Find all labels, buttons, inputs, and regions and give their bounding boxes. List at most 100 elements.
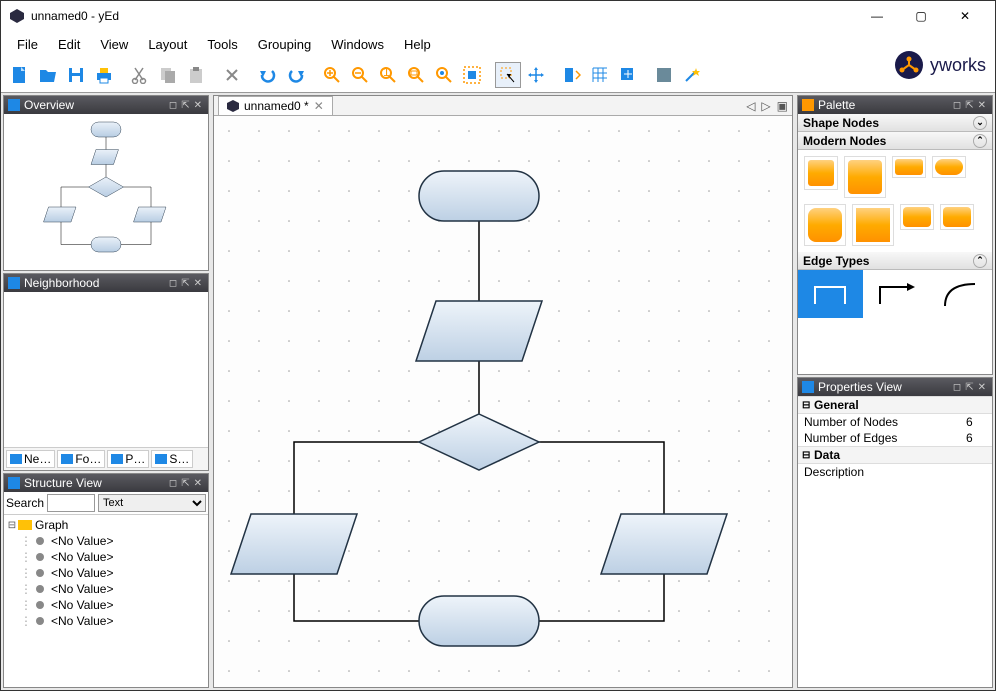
menu-windows[interactable]: Windows (323, 33, 392, 56)
panel-pin-icon[interactable]: ⇱ (179, 100, 191, 111)
panel-close-icon[interactable]: ✕ (192, 278, 204, 289)
palette-node-rect2[interactable] (940, 204, 974, 230)
edge-step[interactable] (863, 270, 928, 318)
copy-button[interactable] (155, 62, 181, 88)
palette-node-square-large[interactable] (844, 156, 886, 198)
panel-undock-icon[interactable]: ◻ (167, 278, 179, 289)
magic-wand-button[interactable] (679, 62, 705, 88)
node-icon (34, 599, 48, 611)
undo-button[interactable] (255, 62, 281, 88)
maximize-button[interactable]: ▢ (899, 2, 943, 30)
menu-edit[interactable]: Edit (50, 33, 88, 56)
edge-curve[interactable] (927, 270, 992, 318)
neighborhood-tab[interactable]: Ne… (6, 450, 55, 468)
collapse-icon[interactable]: ⌃ (973, 134, 987, 148)
followers-tab[interactable]: Fo… (57, 450, 105, 468)
graph-canvas[interactable] (214, 116, 792, 687)
collapse-icon[interactable]: ⌃ (973, 254, 987, 268)
palette-node-pill[interactable] (932, 156, 966, 178)
brand-text: yworks (930, 55, 986, 76)
navigation-mode-button[interactable] (523, 62, 549, 88)
successors-tab[interactable]: S… (151, 450, 193, 468)
neighborhood-panel: Neighborhood◻⇱✕ Ne… Fo… P… S… (3, 273, 209, 471)
document-tab[interactable]: unnamed0 * ✕ (218, 96, 333, 115)
panel-undock-icon[interactable]: ◻ (951, 100, 963, 111)
panel-close-icon[interactable]: ✕ (976, 382, 988, 393)
menu-grouping[interactable]: Grouping (250, 33, 319, 56)
tree-node[interactable]: ⋮<No Value> (6, 533, 206, 549)
edge-types-header[interactable]: Edge Types⌃ (798, 252, 992, 270)
zoom-fit-button[interactable] (403, 62, 429, 88)
redo-button[interactable] (283, 62, 309, 88)
document-tabbar: unnamed0 * ✕ ◁ ▷ ▣ (214, 96, 792, 116)
open-button[interactable] (35, 62, 61, 88)
shape-nodes-header[interactable]: Shape Nodes⌄ (798, 114, 992, 132)
snap-button[interactable] (559, 62, 585, 88)
panel-close-icon[interactable]: ✕ (976, 100, 988, 111)
tree-node[interactable]: ⋮<No Value> (6, 597, 206, 613)
menu-file[interactable]: File (9, 33, 46, 56)
zoom-out-button[interactable] (347, 62, 373, 88)
tree-node[interactable]: ⋮<No Value> (6, 549, 206, 565)
data-category[interactable]: ⊟Data (798, 446, 992, 464)
menu-view[interactable]: View (92, 33, 136, 56)
delete-button[interactable] (219, 62, 245, 88)
zoom-selection-button[interactable] (431, 62, 457, 88)
overview-canvas[interactable] (4, 114, 208, 270)
minimize-button[interactable]: — (855, 2, 899, 30)
grid-button[interactable] (587, 62, 613, 88)
tree-node[interactable]: ⋮<No Value> (6, 613, 206, 629)
menu-tools[interactable]: Tools (199, 33, 245, 56)
panel-undock-icon[interactable]: ◻ (167, 478, 179, 489)
modern-nodes-header[interactable]: Modern Nodes⌃ (798, 132, 992, 150)
tree-node[interactable]: ⋮<No Value> (6, 565, 206, 581)
zoom-reset-button[interactable]: 1 (375, 62, 401, 88)
search-type-select[interactable]: Text (98, 494, 206, 512)
tree-root[interactable]: ⊟Graph (6, 517, 206, 533)
search-input[interactable] (47, 494, 95, 512)
structure-tree[interactable]: ⊟Graph ⋮<No Value>⋮<No Value>⋮<No Value>… (4, 515, 208, 687)
panel-pin-icon[interactable]: ⇱ (963, 382, 975, 393)
panel-close-icon[interactable]: ✕ (192, 100, 204, 111)
predecessors-tab[interactable]: P… (107, 450, 149, 468)
property-row[interactable]: Description (798, 464, 992, 480)
panel-close-icon[interactable]: ✕ (192, 478, 204, 489)
tab-prev-icon[interactable]: ◁ (746, 99, 755, 113)
palette-node-rect[interactable] (900, 204, 934, 230)
edge-orthogonal[interactable] (798, 270, 863, 318)
tree-node[interactable]: ⋮<No Value> (6, 581, 206, 597)
run-layout-button[interactable] (651, 62, 677, 88)
general-category[interactable]: ⊟General (798, 396, 992, 414)
new-button[interactable] (7, 62, 33, 88)
save-button[interactable] (63, 62, 89, 88)
palette-icon (802, 99, 814, 111)
palette-node-sharp[interactable] (852, 204, 894, 246)
end-node (419, 596, 539, 646)
panel-undock-icon[interactable]: ◻ (951, 382, 963, 393)
cut-button[interactable] (127, 62, 153, 88)
close-button[interactable]: ✕ (943, 2, 987, 30)
palette-node-rect-small[interactable] (892, 156, 926, 178)
paste-button[interactable] (183, 62, 209, 88)
left-node (231, 514, 357, 574)
palette-node-square[interactable] (804, 156, 838, 190)
panel-pin-icon[interactable]: ⇱ (179, 278, 191, 289)
start-node (419, 171, 539, 221)
edit-mode-button[interactable] (495, 62, 521, 88)
menu-help[interactable]: Help (396, 33, 439, 56)
expand-icon[interactable]: ⌄ (973, 116, 987, 130)
orthogonal-button[interactable] (615, 62, 641, 88)
fit-content-button[interactable] (459, 62, 485, 88)
palette-node-rounded[interactable] (804, 204, 846, 246)
panel-pin-icon[interactable]: ⇱ (179, 478, 191, 489)
panel-undock-icon[interactable]: ◻ (167, 100, 179, 111)
menu-layout[interactable]: Layout (140, 33, 195, 56)
neighborhood-canvas[interactable] (4, 292, 208, 447)
zoom-in-button[interactable] (319, 62, 345, 88)
tab-next-icon[interactable]: ▷ (761, 99, 770, 113)
tab-close-icon[interactable]: ✕ (314, 99, 324, 113)
print-button[interactable] (91, 62, 117, 88)
properties-icon (802, 381, 814, 393)
panel-pin-icon[interactable]: ⇱ (963, 100, 975, 111)
tab-list-icon[interactable]: ▣ (777, 99, 788, 113)
